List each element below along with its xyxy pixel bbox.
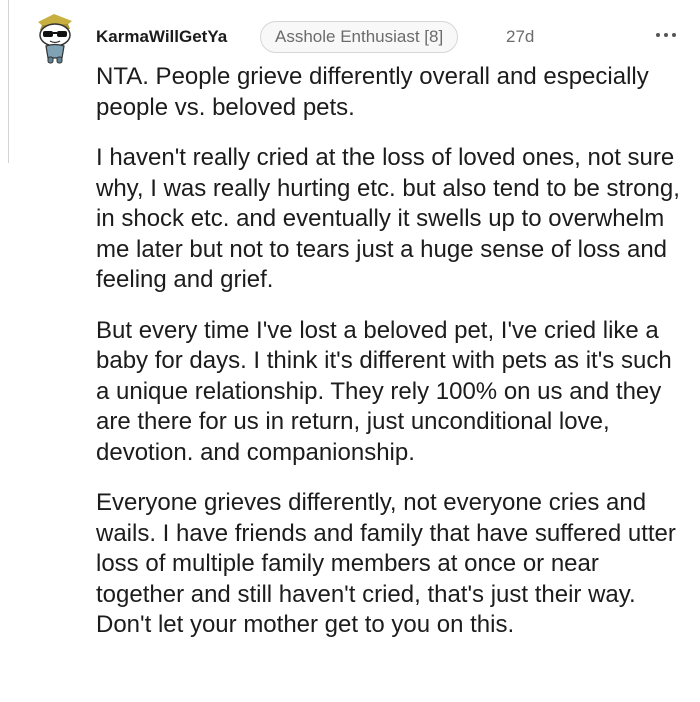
user-flair: Asshole Enthusiast [8] xyxy=(260,21,459,53)
comment-paragraph: I haven't really cried at the loss of lo… xyxy=(96,144,680,293)
more-options-dot xyxy=(664,33,668,37)
more-options-dot xyxy=(672,33,676,37)
thread-line[interactable] xyxy=(8,0,9,163)
comment-paragraph: But every time I've lost a beloved pet, … xyxy=(96,316,672,466)
more-options-icon xyxy=(656,33,660,37)
snoo-sunglasses-avatar-icon xyxy=(38,14,72,64)
comment-paragraph: Everyone grieves differently, not everyo… xyxy=(96,489,676,638)
comment-timestamp[interactable]: 27d xyxy=(506,27,534,47)
avatar[interactable] xyxy=(32,12,78,64)
comment-body: NTA. People grieve differently overall a… xyxy=(96,62,686,661)
comment-header: KarmaWillGetYa Asshole Enthusiast [8] 27… xyxy=(32,12,700,64)
more-options-button[interactable] xyxy=(648,20,684,50)
username-link[interactable]: KarmaWillGetYa xyxy=(96,27,227,47)
comment-paragraph: NTA. People grieve differently overall a… xyxy=(96,63,649,121)
